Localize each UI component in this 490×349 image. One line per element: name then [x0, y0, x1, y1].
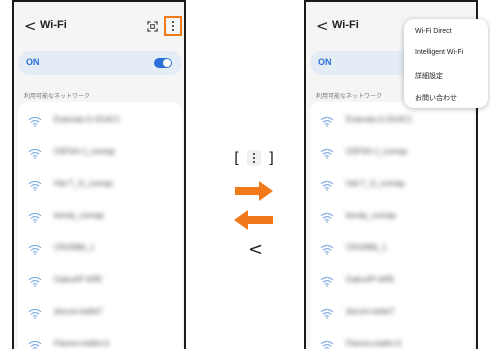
wifi-signal-icon — [320, 308, 334, 319]
network-item[interactable]: G5F5H-J_comap — [18, 142, 182, 166]
network-item[interactable]: G5F5H-J_comap — [310, 142, 474, 166]
wifi-signal-icon — [28, 340, 42, 349]
network-item[interactable]: Hal-T_G_comap — [310, 174, 474, 198]
network-name: G5F5H-J_comap — [346, 147, 407, 156]
menu-item-advanced-settings[interactable]: 詳細設定 — [415, 71, 443, 81]
wifi-signal-icon — [28, 276, 42, 287]
available-networks-heading: 利用可能なネットワーク — [24, 94, 91, 100]
network-name: GakuAP-6/85 — [54, 275, 103, 284]
network-name: Hal-T_G_comap — [54, 179, 113, 188]
wifi-signal-icon — [28, 148, 42, 159]
network-item[interactable]: Flavoru-kafet-G — [310, 334, 474, 349]
network-name: docum-kafet7 — [346, 307, 395, 316]
overflow-menu: Wi-Fi Direct Intelligent Wi-Fi 詳細設定 お問い合… — [404, 19, 488, 108]
network-item[interactable]: Hal-T_G_comap — [18, 174, 182, 198]
phone-screen-before: < Wi-Fi ON 利用可能なネットワーク Extenda-G-5G4C1 G… — [12, 0, 186, 349]
network-list: Extenda-G-5G4C1 G5F5H-J_comap Hal-T_G_co… — [310, 102, 474, 349]
wifi-signal-icon — [320, 244, 334, 255]
back-button[interactable]: < — [316, 17, 329, 35]
wifi-signal-icon — [28, 116, 42, 127]
key-bracket-open: [ — [231, 149, 241, 167]
wifi-toggle-switch[interactable] — [154, 58, 172, 68]
top-bar: < Wi-Fi — [14, 16, 184, 40]
key-bracket-close: ] — [267, 149, 277, 167]
network-name: CR1RB6_1 — [54, 243, 95, 252]
wifi-signal-icon — [320, 116, 334, 127]
more-options-button[interactable] — [164, 16, 182, 36]
qr-scan-icon[interactable] — [147, 21, 158, 32]
wifi-signal-icon — [320, 340, 334, 349]
network-name: Hal-T_G_comap — [346, 179, 405, 188]
menu-item-contact-us[interactable]: お問い合わせ — [415, 93, 457, 103]
network-item[interactable]: Flavoru-kafet-G — [18, 334, 182, 349]
network-item[interactable]: docum-kafet7 — [18, 302, 182, 326]
network-item[interactable]: CR1RB6_1 — [310, 238, 474, 262]
more-options-icon — [247, 150, 261, 166]
wifi-signal-icon — [320, 276, 334, 287]
network-item[interactable]: GakuAP-6/85 — [18, 270, 182, 294]
wifi-signal-icon — [28, 180, 42, 191]
wifi-signal-icon — [28, 244, 42, 255]
network-name: Flavoru-kafet-G — [346, 339, 402, 348]
network-list: Extenda-G-5G4C1 G5F5H-J_comap Hal-T_G_co… — [18, 102, 182, 349]
network-item[interactable]: kendy_comap — [310, 206, 474, 230]
network-name: G5F5H-J_comap — [54, 147, 115, 156]
back-key-symbol: < — [248, 239, 264, 260]
network-item[interactable]: kendy_comap — [18, 206, 182, 230]
network-item[interactable]: docum-kafet7 — [310, 302, 474, 326]
wifi-toggle-row[interactable]: ON — [18, 51, 182, 75]
wifi-signal-icon — [320, 212, 334, 223]
menu-item-intelligent-wifi[interactable]: Intelligent Wi-Fi — [415, 49, 463, 56]
network-name: CR1RB6_1 — [346, 243, 387, 252]
network-name: kendy_comap — [54, 211, 104, 220]
network-name: kendy_comap — [346, 211, 396, 220]
wifi-on-label: ON — [26, 57, 40, 67]
menu-item-wifi-direct[interactable]: Wi-Fi Direct — [415, 28, 452, 35]
network-name: Flavoru-kafet-G — [54, 339, 110, 348]
network-name: docum-kafet7 — [54, 307, 103, 316]
network-name: Extenda-G-5G4C1 — [346, 115, 413, 124]
network-name: GakuAP-6/85 — [346, 275, 395, 284]
wifi-on-label: ON — [318, 57, 332, 67]
back-button[interactable]: < — [24, 17, 37, 35]
network-name: Extenda-G-5G4C1 — [54, 115, 121, 124]
more-key-legend: [ ] — [231, 148, 277, 168]
network-item[interactable]: Extenda-G-5G4C1 — [18, 110, 182, 134]
page-title: Wi-Fi — [332, 19, 359, 31]
network-item[interactable]: Extenda-G-5G4C1 — [310, 110, 474, 134]
network-item[interactable]: CR1RB6_1 — [18, 238, 182, 262]
wifi-signal-icon — [28, 212, 42, 223]
wifi-signal-icon — [28, 308, 42, 319]
wifi-signal-icon — [320, 180, 334, 191]
available-networks-heading: 利用可能なネットワーク — [316, 94, 383, 100]
arrow-left-icon — [234, 210, 273, 230]
page-title: Wi-Fi — [40, 19, 67, 31]
arrow-right-icon — [235, 181, 273, 201]
network-item[interactable]: GakuAP-6/85 — [310, 270, 474, 294]
wifi-signal-icon — [320, 148, 334, 159]
more-options-icon — [172, 21, 174, 31]
